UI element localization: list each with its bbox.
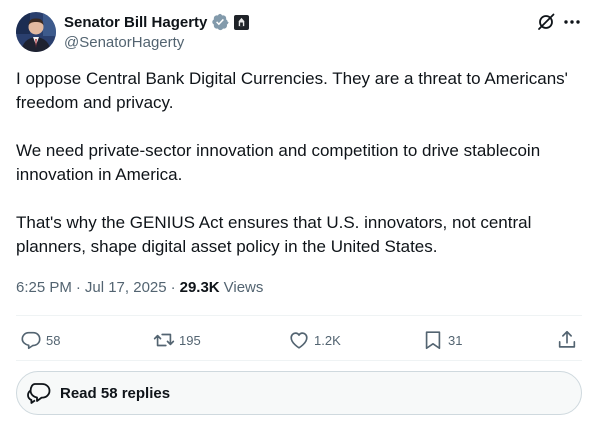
bookmark-count: 31 xyxy=(448,332,463,348)
post-paragraph: We need private-sector innovation and co… xyxy=(16,141,541,184)
reply-button[interactable]: 58 xyxy=(20,327,60,353)
post-meta: 6:25 PM · Jul 17, 2025 · 29.3K Views xyxy=(16,277,263,297)
like-button[interactable]: 1.2K xyxy=(288,327,341,353)
heart-icon xyxy=(290,332,308,349)
tweet-card: Senator Bill Hagerty @SenatorHagerty I o… xyxy=(0,0,598,424)
author-display-name[interactable]: Senator Bill Hagerty xyxy=(64,14,207,31)
post-paragraph: I oppose Central Bank Digital Currencies… xyxy=(16,69,568,112)
author-info: Senator Bill Hagerty @SenatorHagerty xyxy=(64,12,250,51)
meta-separator: · xyxy=(75,278,81,296)
like-count: 1.2K xyxy=(314,332,341,348)
views-count[interactable]: 29.3K xyxy=(180,279,220,296)
verified-badge-icon[interactable] xyxy=(211,13,229,31)
reply-icon xyxy=(21,331,41,350)
post-time[interactable]: 6:25 PM xyxy=(16,279,72,296)
government-badge-icon[interactable] xyxy=(234,14,250,30)
share-icon xyxy=(558,330,576,348)
repost-button[interactable]: 195 xyxy=(153,327,201,353)
bookmark-button[interactable]: 31 xyxy=(422,327,462,353)
reply-count: 58 xyxy=(46,332,61,348)
views-label[interactable]: Views xyxy=(224,279,264,296)
divider xyxy=(16,315,582,316)
read-replies-label: Read 58 replies xyxy=(60,384,171,402)
avatar-portrait-icon xyxy=(16,12,56,52)
avatar[interactable] xyxy=(16,12,56,52)
post-text: I oppose Central Bank Digital Currencies… xyxy=(16,67,586,259)
post-date[interactable]: Jul 17, 2025 xyxy=(85,279,167,296)
read-replies-button[interactable]: Read 58 replies xyxy=(16,371,582,415)
post-paragraph: That's why the GENIUS Act ensures that U… xyxy=(16,213,532,256)
more-icon[interactable] xyxy=(562,12,582,32)
grok-icon[interactable] xyxy=(536,12,556,32)
author-handle[interactable]: @SenatorHagerty xyxy=(64,34,249,51)
bookmark-icon xyxy=(425,331,441,350)
divider xyxy=(16,360,582,361)
repost-count: 195 xyxy=(179,332,201,348)
repost-icon xyxy=(153,333,175,347)
meta-separator: · xyxy=(170,278,176,296)
author-name-row: Senator Bill Hagerty xyxy=(64,12,250,32)
speech-bubbles-icon xyxy=(27,383,51,404)
share-button[interactable] xyxy=(556,327,578,353)
